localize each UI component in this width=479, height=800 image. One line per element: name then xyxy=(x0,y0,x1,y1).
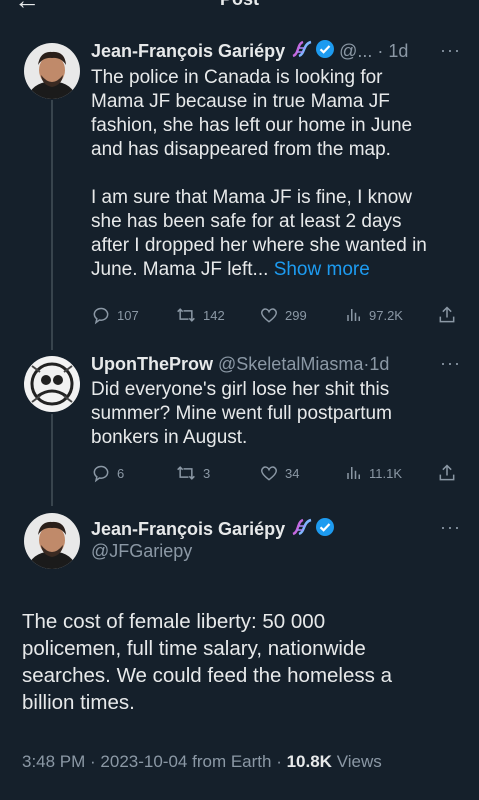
main-author-row: Jean-François Gariépy xyxy=(91,517,339,541)
reply-button[interactable]: 107 xyxy=(91,305,139,325)
action-bar: 6 3 34 11.1K xyxy=(91,463,461,485)
like-icon xyxy=(260,308,278,323)
repost-icon xyxy=(177,466,195,480)
text-line: Mama JF because in true Mama JF xyxy=(91,91,390,112)
repost-button[interactable]: 3 xyxy=(175,463,210,483)
more-icon[interactable]: ··· xyxy=(440,353,461,374)
repost-count: 3 xyxy=(203,465,211,481)
views-button[interactable]: 11.1K xyxy=(345,463,402,483)
show-more-link[interactable]: Show more xyxy=(274,259,370,280)
text-line: June. Mama JF left... Show more xyxy=(91,258,463,282)
more-icon[interactable]: ··· xyxy=(440,40,461,61)
share-button[interactable] xyxy=(437,305,457,325)
like-button[interactable]: 34 xyxy=(259,463,299,483)
author-name[interactable]: Jean-François Gariépy xyxy=(91,41,285,61)
post-time[interactable]: 3:48 PM xyxy=(22,752,85,771)
post-source: from Earth xyxy=(192,752,272,771)
avatar[interactable] xyxy=(24,43,80,99)
like-button[interactable]: 299 xyxy=(259,305,307,325)
text-line: I am sure that Mama JF is fine, I know xyxy=(91,187,412,208)
tweet-header: UponTheProw @SkeletalMiasma·1d xyxy=(91,354,390,374)
author-handle[interactable]: @JFGariepy xyxy=(91,541,192,562)
repost-count: 142 xyxy=(203,307,225,323)
text-line: billion times. xyxy=(22,691,135,714)
main-tweet-text: The cost of female liberty: 50 000 polic… xyxy=(22,608,462,716)
text-line: bonkers in August. xyxy=(91,427,248,448)
share-icon xyxy=(439,464,455,481)
avatar[interactable] xyxy=(24,356,80,412)
tweet-time[interactable]: 1d xyxy=(388,41,408,61)
tweet-time[interactable]: 1d xyxy=(369,354,389,374)
text-line: she has been safe for at least 2 days xyxy=(91,211,402,232)
dna-icon xyxy=(291,518,313,542)
text-line: after I dropped her where she wanted in xyxy=(91,235,427,256)
text-line: policemen, full time salary, nationwide xyxy=(22,637,366,660)
views-count: 97.2K xyxy=(369,307,403,323)
reply-button[interactable]: 6 xyxy=(91,463,124,483)
tweet-meta: 3:48 PM · 2023-10-04 from Earth · 10.8K … xyxy=(22,752,382,771)
views-icon xyxy=(347,467,360,479)
verified-icon xyxy=(315,517,335,543)
share-icon xyxy=(439,306,455,323)
views-count: 11.1K xyxy=(369,465,403,481)
repost-icon xyxy=(177,308,195,322)
tweet-header: Jean-François Gariépy @... · 1d xyxy=(91,39,408,63)
top-bar: ← Post xyxy=(0,0,479,14)
dna-icon xyxy=(291,40,313,64)
views-icon xyxy=(347,309,360,321)
tweet-text: Did everyone's girl lose her shit this s… xyxy=(91,378,463,450)
thread-line xyxy=(51,100,53,350)
page-title: Post xyxy=(0,0,479,10)
like-count: 34 xyxy=(285,465,300,481)
author-name[interactable]: Jean-François Gariépy xyxy=(91,519,285,539)
reply-count: 6 xyxy=(117,465,125,481)
post-date[interactable]: 2023-10-04 xyxy=(100,752,187,771)
like-count: 299 xyxy=(285,307,307,323)
views-total: 10.8K xyxy=(286,752,332,771)
reply-icon xyxy=(93,465,109,483)
share-button[interactable] xyxy=(437,463,457,483)
text-line: and has disappeared from the map. xyxy=(91,139,391,160)
text-line: The police in Canada is looking for xyxy=(91,67,383,88)
text-line: searches. We could feed the homeless a xyxy=(22,664,392,687)
thread-line xyxy=(51,414,53,506)
author-handle[interactable]: @SkeletalMiasma xyxy=(218,354,363,374)
like-icon xyxy=(260,466,278,481)
text-line: summer? Mine went full postpartum xyxy=(91,403,392,424)
author-name[interactable]: UponTheProw xyxy=(91,354,213,374)
text-line: fashion, she has left our home in June xyxy=(91,115,413,136)
repost-button[interactable]: 142 xyxy=(175,305,225,325)
views-button[interactable]: 97.2K xyxy=(345,305,403,325)
author-handle[interactable]: @... xyxy=(339,41,372,61)
views-label: Views xyxy=(336,752,382,771)
verified-icon xyxy=(315,39,335,65)
text-line: The cost of female liberty: 50 000 xyxy=(22,610,326,633)
more-icon[interactable]: ··· xyxy=(440,517,461,538)
action-bar: 107 142 299 97.2K xyxy=(91,305,461,327)
text-line-last: June. Mama JF left... xyxy=(91,259,269,280)
text-line: Did everyone's girl lose her shit this xyxy=(91,379,390,400)
reply-count: 107 xyxy=(117,307,139,323)
text-line xyxy=(91,162,463,186)
tweet-text: The police in Canada is looking for Mama… xyxy=(91,66,463,282)
avatar[interactable] xyxy=(24,513,80,569)
reply-icon xyxy=(93,307,109,325)
